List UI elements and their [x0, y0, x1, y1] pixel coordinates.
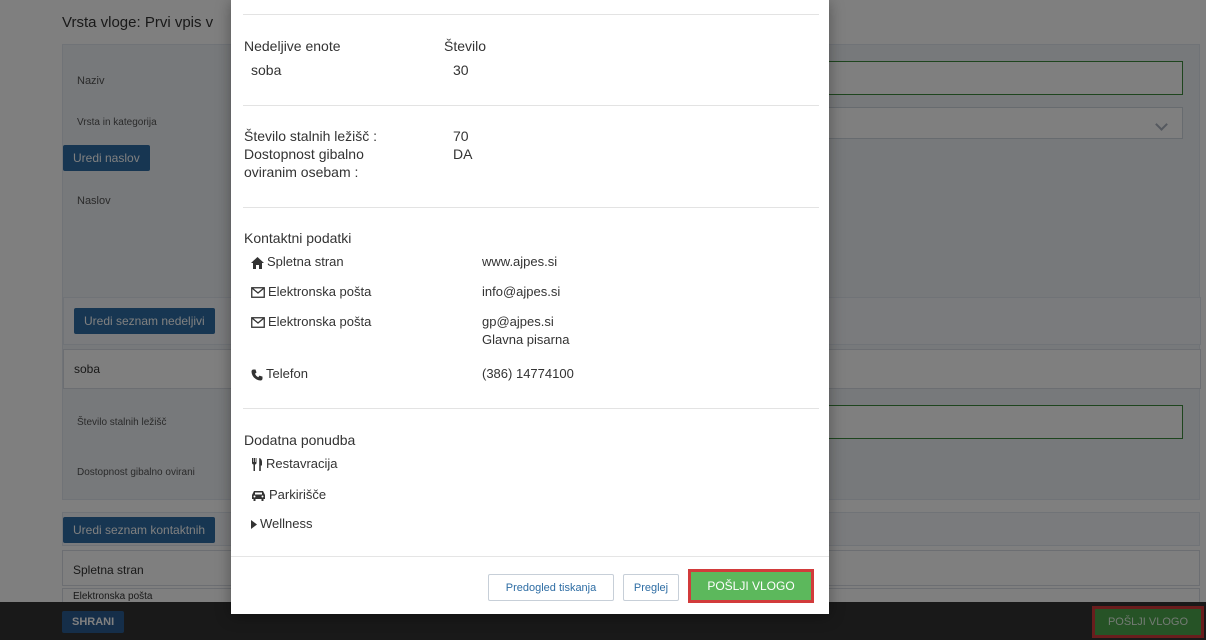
check-button[interactable]: Preglej	[623, 574, 679, 601]
divider	[243, 207, 819, 208]
caret-right-icon	[251, 520, 257, 530]
unit-name: soba	[251, 62, 282, 78]
extra-item-parking: Parkirišče	[251, 487, 326, 502]
contact-phone: Telefon	[251, 366, 308, 381]
cutlery-icon	[252, 458, 262, 472]
extra-item-parking-label: Parkirišče	[269, 487, 327, 502]
units-count-header: Število	[444, 38, 487, 54]
contact-email-2-label: Elektronska pošta	[268, 314, 372, 329]
beds-value: 70	[453, 128, 469, 144]
modal-footer: Predogled tiskanja Preglej POŠLJI VLOGO	[231, 556, 829, 614]
envelope-icon	[251, 287, 265, 298]
extra-item-restaurant-label: Restavracija	[266, 456, 338, 471]
unit-count: 30	[453, 62, 469, 78]
envelope-icon	[251, 317, 265, 328]
contacts-title: Kontaktni podatki	[244, 230, 352, 246]
contact-phone-label: Telefon	[266, 366, 308, 381]
preview-modal: Nedeljive enote Število soba 30 Število …	[231, 0, 829, 614]
home-icon	[251, 256, 264, 269]
divider	[243, 105, 819, 106]
accessibility-label-line1: Dostopnost gibalno	[244, 146, 364, 162]
contact-email-1-label: Elektronska pošta	[268, 284, 372, 299]
extra-item-wellness-label: Wellness	[260, 516, 313, 531]
contact-website-label: Spletna stran	[267, 254, 344, 269]
extra-item-wellness: Wellness	[251, 516, 313, 531]
divider	[243, 14, 819, 15]
contact-phone-value: (386) 14774100	[482, 366, 574, 381]
print-preview-button[interactable]: Predogled tiskanja	[488, 574, 614, 601]
divider	[243, 408, 819, 409]
extra-item-restaurant: Restavracija	[251, 456, 338, 472]
contact-email-1: Elektronska pošta	[251, 284, 371, 299]
contact-email-2-note: Glavna pisarna	[482, 332, 570, 347]
contact-email-2: Elektronska pošta	[251, 314, 371, 329]
phone-icon	[251, 369, 263, 381]
extras-title: Dodatna ponudba	[244, 432, 356, 448]
submit-application-button[interactable]: POŠLJI VLOGO	[688, 569, 814, 603]
accessibility-value: DA	[453, 146, 473, 162]
units-header-label: Nedeljive enote	[244, 38, 341, 54]
contact-email-2-value[interactable]: gp@ajpes.si	[482, 314, 554, 329]
accessibility-label-line2: oviranim osebam :	[244, 164, 359, 180]
beds-label: Število stalnih ležišč :	[244, 128, 378, 144]
contact-website: Spletna stran	[251, 254, 344, 269]
contact-email-1-value[interactable]: info@ajpes.si	[482, 284, 560, 299]
car-icon	[252, 491, 265, 502]
modal-body: Nedeljive enote Število soba 30 Število …	[231, 0, 829, 556]
contact-website-value[interactable]: www.ajpes.si	[482, 254, 557, 269]
